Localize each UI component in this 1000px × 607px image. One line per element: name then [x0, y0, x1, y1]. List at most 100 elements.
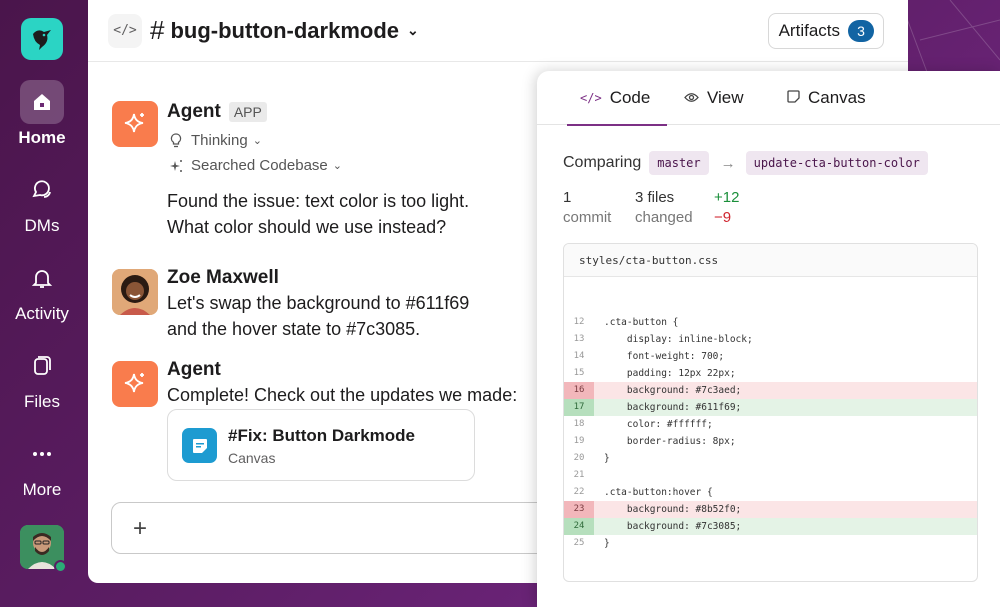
code-line: 14 font-weight: 700;	[564, 348, 977, 365]
canvas-icon	[182, 428, 217, 463]
agent-avatar[interactable]	[112, 101, 158, 147]
searched-codebase-step[interactable]: Searched Codebase ⌄	[167, 157, 567, 174]
line-content: }	[604, 453, 610, 464]
plus-icon[interactable]: +	[126, 515, 154, 543]
sparkle-small-icon	[167, 159, 185, 173]
presence-indicator	[54, 560, 67, 573]
eye-icon	[684, 90, 699, 106]
line-content: font-weight: 700;	[604, 351, 725, 362]
sidebar-item-files[interactable]: Files	[20, 344, 64, 412]
base-branch[interactable]: master	[649, 151, 709, 175]
line-content: background: #611f69;	[604, 402, 742, 413]
sparkle-icon	[124, 113, 144, 133]
message-line: Let's swap the background to #611f69	[167, 293, 470, 313]
person-avatar-icon	[112, 269, 158, 315]
channel-name: bug-button-darkmode	[170, 17, 399, 43]
chevron-down-icon: ⌄	[332, 160, 342, 172]
sidebar-item-label: Files	[24, 392, 60, 411]
hash-icon: #	[150, 15, 165, 45]
code-line-added: 24 background: #7c3085;	[564, 518, 977, 535]
sidebar-item-label: DMs	[24, 216, 60, 235]
message-line: What color should we use instead?	[167, 217, 447, 237]
code-line: 13 display: inline-block;	[564, 331, 977, 348]
message-text: Let's swap the background to #611f69 and…	[167, 290, 567, 342]
tab-canvas[interactable]: Canvas	[787, 71, 866, 125]
message-body: Agent APP Thinking ⌄ Searched Codebase ⌄…	[167, 101, 567, 240]
line-content: color: #ffffff;	[604, 419, 713, 430]
commit-stat: 1 commit	[563, 188, 611, 228]
sidebar: Home DMs Activity Files More	[0, 0, 84, 607]
message-body: Agent Complete! Check out the updates we…	[167, 359, 567, 408]
line-number: 16	[564, 382, 594, 399]
tab-code[interactable]: </> Code	[566, 71, 668, 126]
line-content: .cta-button {	[604, 317, 679, 328]
branch-comparison: Comparing master → update-cta-button-col…	[563, 151, 928, 175]
sidebar-item-dms[interactable]: DMs	[20, 168, 64, 236]
sidebar-item-activity[interactable]: Activity	[15, 256, 69, 324]
code-line: 21	[564, 467, 977, 484]
line-content: background: #8b52f0;	[604, 504, 742, 515]
artifacts-label: Artifacts	[778, 21, 840, 40]
author-name[interactable]: Zoe Maxwell	[167, 267, 567, 289]
artifacts-button[interactable]: Artifacts 3	[767, 13, 884, 49]
line-number: 13	[573, 334, 585, 344]
line-number: 22	[573, 487, 585, 497]
code-line: 15 padding: 12px 22px;	[564, 365, 977, 382]
tab-view[interactable]: View	[684, 71, 744, 125]
code-line-deleted: 23 background: #8b52f0;	[564, 501, 977, 518]
message-line: Found the issue: text color is too light…	[167, 191, 470, 211]
workspace-logo[interactable]	[21, 18, 63, 60]
line-content: .cta-button:hover {	[604, 487, 713, 498]
line-number: 17	[564, 399, 594, 416]
line-content: background: #7c3085;	[604, 521, 742, 532]
file-name[interactable]: styles/cta-button.css	[564, 244, 977, 277]
line-number: 20	[573, 453, 585, 463]
code-line: 22 .cta-button:hover {	[564, 484, 977, 501]
author-name[interactable]: Agent	[167, 359, 567, 381]
line-content: background: #7c3aed;	[604, 385, 742, 396]
code-channel-icon: </>	[108, 13, 142, 48]
deletions-count: −9	[714, 209, 732, 226]
line-content: display: inline-block;	[604, 334, 753, 345]
line-number: 24	[564, 518, 594, 535]
message-text: Found the issue: text color is too light…	[167, 188, 567, 240]
channel-title[interactable]: # bug-button-darkmode ⌄	[150, 15, 419, 46]
bell-icon	[20, 256, 64, 300]
line-number: 23	[564, 501, 594, 518]
app-badge: APP	[228, 102, 267, 122]
line-content: padding: 12px 22px;	[604, 368, 736, 379]
dms-icon	[20, 168, 64, 212]
code-icon: </>	[580, 91, 602, 105]
sidebar-item-home[interactable]: Home	[18, 80, 66, 148]
agent-avatar[interactable]	[112, 361, 158, 407]
files-stat: 3 files changed	[635, 188, 693, 228]
files-icon	[20, 344, 64, 388]
head-branch[interactable]: update-cta-button-color	[745, 151, 928, 175]
code-line: 12 .cta-button {	[564, 314, 977, 331]
lightbulb-icon	[167, 133, 185, 148]
line-number: 18	[573, 419, 585, 429]
more-icon	[20, 432, 64, 476]
thinking-step[interactable]: Thinking ⌄	[167, 132, 567, 149]
sparkle-icon	[124, 373, 144, 393]
sidebar-item-label: Activity	[15, 304, 69, 323]
additions-count: +12	[714, 189, 740, 206]
zoe-avatar[interactable]	[112, 269, 158, 315]
channel-header: </> # bug-button-darkmode ⌄ Artifacts 3	[88, 0, 908, 62]
canvas-card[interactable]: #Fix: Button Darkmode Canvas	[167, 409, 475, 481]
panel-tabs: </> Code View Canvas	[537, 71, 1000, 126]
canvas-subtitle: Canvas	[228, 450, 276, 466]
code-line-deleted: 16 background: #7c3aed;	[564, 382, 977, 399]
line-changes: +12 −9	[714, 188, 739, 228]
message-text: Complete! Check out the updates we made:	[167, 385, 518, 405]
code-lines: 12 .cta-button {13 display: inline-block;…	[564, 314, 977, 552]
author-name[interactable]: Agent	[167, 101, 221, 123]
code-line: 20}	[564, 450, 977, 467]
code-line: 19 border-radius: 8px;	[564, 433, 977, 450]
step-label: Thinking	[191, 132, 248, 149]
message-line: and the hover state to #7c3085.	[167, 319, 421, 339]
line-number: 19	[573, 436, 585, 446]
line-content: }	[604, 538, 610, 549]
sidebar-item-more[interactable]: More	[20, 432, 64, 500]
line-number: 21	[573, 470, 585, 480]
